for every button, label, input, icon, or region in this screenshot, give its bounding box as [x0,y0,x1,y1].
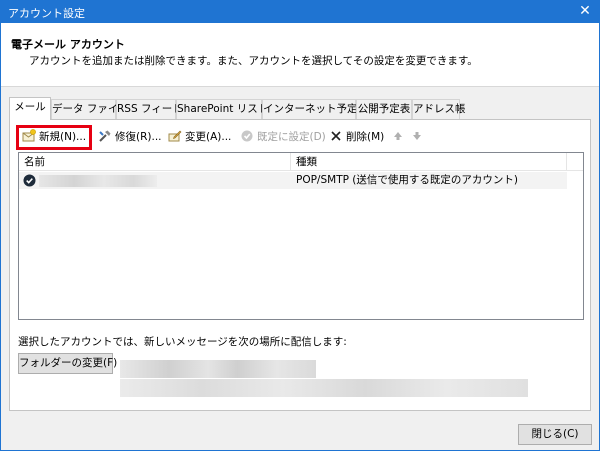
tab-sharepoint-lists[interactable]: SharePoint リスト [176,99,268,119]
new-account-label: 新規(N)... [39,130,87,143]
delete-x-icon [329,129,343,143]
delivery-path-redacted [120,379,528,397]
move-down-button[interactable] [410,127,427,145]
set-default-button[interactable]: 既定に設定(D) [240,127,326,145]
tab-internet-calendars[interactable]: インターネット予定表 [262,99,368,119]
account-list: 名前 種類 POP/SMTP (送信で使用する既定のアカウント) [18,152,584,320]
tab-rss-feeds[interactable]: RSS フィード [116,99,183,119]
new-account-button[interactable]: 新規(N)... [22,127,86,145]
header-description: アカウントを追加または削除できます。また、アカウントを選択してその設定を変更でき… [29,55,478,67]
dialog-body: 電子メール アカウント アカウントを追加または削除できます。また、アカウントを選… [0,23,600,451]
up-arrow-icon [391,129,405,143]
close-button[interactable]: 閉じる(C) [518,424,592,445]
change-label: 変更(A)... [185,130,232,143]
change-button[interactable]: 変更(A)... [168,127,231,145]
repair-icon [98,129,112,143]
repair-button[interactable]: 修復(R)... [98,127,162,145]
move-up-button[interactable] [391,127,408,145]
dialog-header: 電子メール アカウント アカウントを追加または削除できます。また、アカウントを選… [1,23,599,87]
account-list-header: 名前 種類 [19,153,583,171]
account-toolbar: 新規(N)... 修復(R)... 変更(A)... 既定に設定(D) 削除(M… [16,125,588,150]
remove-button[interactable]: 削除(M) [329,127,384,145]
account-name-redacted [39,175,157,187]
delivery-location-redacted [120,360,316,378]
set-default-label: 既定に設定(D) [257,130,326,143]
mail-tab-panel: 新規(N)... 修復(R)... 変更(A)... 既定に設定(D) 削除(M… [9,119,591,411]
down-arrow-icon [410,129,424,143]
title-bar: アカウント設定 ✕ [0,0,600,23]
header-title: 電子メール アカウント [11,38,125,51]
tab-mail[interactable]: メール [9,97,51,120]
window-title: アカウント設定 [8,7,85,20]
account-type: POP/SMTP (送信で使用する既定のアカウント) [296,174,518,186]
change-folder-button[interactable]: フォルダーの変更(F) [18,353,117,374]
column-header-type[interactable]: 種類 [291,153,567,171]
table-row[interactable]: POP/SMTP (送信で使用する既定のアカウント) [19,172,567,189]
tab-published-calendars[interactable]: 公開予定表 [356,99,412,119]
tab-data-files[interactable]: データ ファイル [51,99,129,119]
column-header-name[interactable]: 名前 [19,153,291,171]
repair-label: 修復(R)... [115,130,162,143]
remove-label: 削除(M) [346,130,385,143]
default-account-check-icon [23,174,36,187]
default-check-icon [240,129,254,143]
close-icon[interactable]: ✕ [570,0,600,23]
delivery-location-label: 選択したアカウントでは、新しいメッセージを次の場所に配信します: [18,336,347,348]
new-mail-icon [22,129,36,143]
change-icon [168,129,182,143]
tab-address-books[interactable]: アドレス帳 [412,99,466,119]
